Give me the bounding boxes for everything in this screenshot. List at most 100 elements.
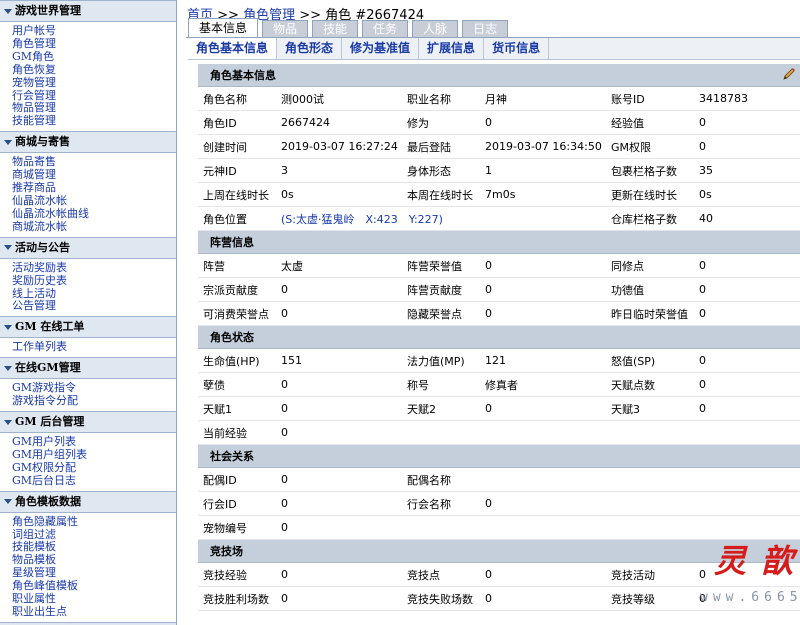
- sidebar-link[interactable]: 职业出生点: [12, 605, 176, 619]
- field-label: 昨日临时荣誉值: [606, 301, 694, 326]
- sidebar-link[interactable]: 游戏指令分配: [12, 394, 176, 408]
- sidebar-section-header[interactable]: GM 后台管理: [0, 411, 176, 434]
- tab-quests[interactable]: 任务: [362, 20, 409, 38]
- sidebar: 游戏世界管理 用户帐号 角色管理 GM角色 角色恢复 宠物管理 行会管理 物品管理 技能管理商城…: [0, 0, 177, 625]
- sidebar-link[interactable]: 仙晶流水帐曲线: [12, 207, 176, 221]
- sidebar-section-header[interactable]: 角色模板数据: [0, 490, 176, 513]
- role-position-value[interactable]: (S:太虚·猛鬼岭 X:423 Y:227): [276, 206, 606, 231]
- sidebar-link[interactable]: 角色恢复: [12, 63, 176, 77]
- section-header-row: 社会关系: [198, 444, 800, 468]
- info-row: 宗派贡献度 0 阵营贡献度 0 功德值 0: [198, 277, 800, 302]
- field-value: 0: [694, 348, 800, 373]
- tab-skills[interactable]: 技能: [312, 20, 359, 38]
- sidebar-section-title: 商城与寄售: [15, 135, 70, 149]
- sidebar-section-header[interactable]: 商城与寄售: [0, 131, 176, 154]
- field-value: 151: [276, 348, 402, 373]
- sidebar-section-header[interactable]: 在线GM管理: [0, 357, 176, 380]
- sidebar-section-header[interactable]: GM 在线工单: [0, 316, 176, 339]
- sidebar-link[interactable]: GM角色: [12, 50, 176, 64]
- section-header: 社会关系: [198, 444, 800, 468]
- field-label: 角色ID: [198, 110, 276, 135]
- field-label: 配偶名称: [402, 467, 480, 492]
- pencil-icon[interactable]: [782, 67, 796, 81]
- section-header-row: 角色状态: [198, 325, 800, 349]
- sidebar-link[interactable]: 角色隐藏属性: [12, 515, 176, 529]
- sidebar-link[interactable]: GM权限分配: [12, 461, 176, 475]
- subtab-role-basic-info[interactable]: 角色基本信息: [188, 38, 278, 59]
- triangle-down-icon: [4, 8, 12, 14]
- sidebar-link[interactable]: 工作单列表: [12, 340, 176, 354]
- field-label: 法力值(MP): [402, 348, 480, 373]
- field-value: 0: [694, 110, 800, 135]
- field-value: 0: [480, 562, 606, 587]
- field-value: 0: [276, 515, 402, 540]
- subtab-bar: 角色基本信息 角色形态 修为基准值 扩展信息 货币信息: [188, 38, 800, 60]
- sidebar-section-items: 工作单列表: [0, 338, 176, 357]
- field-label: 怒值(SP): [606, 348, 694, 373]
- section-title: 社会关系: [210, 450, 254, 463]
- field-label: 账号ID: [606, 86, 694, 111]
- field-label: 仓库栏格子数: [606, 206, 694, 231]
- subtab-role-form[interactable]: 角色形态: [277, 38, 343, 59]
- sidebar-link[interactable]: 宠物管理: [12, 76, 176, 90]
- subtab-currency-info[interactable]: 货币信息: [484, 38, 550, 59]
- field-label: 竞技失败场数: [402, 586, 480, 611]
- field-value: 2667424: [276, 110, 402, 135]
- sidebar-section-title: 在线GM管理: [15, 361, 81, 375]
- field-value: 0: [276, 277, 402, 302]
- sidebar-link[interactable]: 商城流水帐: [12, 220, 176, 234]
- section-header-row: 竞技场: [198, 539, 800, 563]
- field-label: [402, 420, 480, 445]
- field-label: GM权限: [606, 134, 694, 159]
- info-row: 竞技胜利场数 0 竞技失败场数 0 竞技等级 0: [198, 586, 800, 611]
- info-row: 当前经验 0: [198, 420, 800, 445]
- field-value: [480, 467, 606, 492]
- sidebar-section: GM 在线工单 工作单列表: [0, 316, 176, 357]
- sidebar-link[interactable]: GM用户列表: [12, 435, 176, 449]
- info-row: 可消费荣誉点 0 隐藏荣誉点 0 昨日临时荣誉值 0: [198, 301, 800, 326]
- subtab-extended-info[interactable]: 扩展信息: [419, 38, 485, 59]
- field-value: 0: [694, 586, 800, 611]
- sidebar-section-items: GM用户列表 GM用户组列表 GM权限分配 GM后台日志: [0, 433, 176, 491]
- sidebar-section-header[interactable]: 活动与公告: [0, 236, 176, 259]
- field-label: 竞技胜利场数: [198, 586, 276, 611]
- sidebar-link[interactable]: GM后台日志: [12, 474, 176, 488]
- subtab-cultivation-base[interactable]: 修为基准值: [342, 38, 420, 59]
- field-value: 35: [694, 158, 800, 183]
- field-value: 0: [694, 562, 800, 587]
- sidebar-section: GM 后台管理 GM用户列表 GM用户组列表 GM权限分配 GM后台日志: [0, 411, 176, 491]
- field-label: 阵营荣誉值: [402, 253, 480, 278]
- field-label: 生命值(HP): [198, 348, 276, 373]
- sidebar-link[interactable]: 角色管理: [12, 37, 176, 51]
- info-row: 创建时间 2019-03-07 16:27:24 最后登陆 2019-03-07 16…: [198, 134, 800, 159]
- field-label: 天赋2: [402, 396, 480, 421]
- tab-logs[interactable]: 日志: [462, 20, 509, 38]
- tab-items[interactable]: 物品: [262, 20, 309, 38]
- sidebar-link[interactable]: 奖励历史表: [12, 274, 176, 288]
- tab-basic-info[interactable]: 基本信息: [188, 18, 259, 38]
- triangle-down-icon: [4, 499, 12, 505]
- sidebar-link[interactable]: 活动奖励表: [12, 261, 176, 275]
- field-label: 行会ID: [198, 491, 276, 516]
- sidebar-link[interactable]: 用户帐号: [12, 24, 176, 38]
- field-value: 0: [480, 396, 606, 421]
- tab-relations[interactable]: 人脉: [412, 20, 459, 38]
- field-value: [480, 515, 606, 540]
- sidebar-link[interactable]: 仙晶流水帐: [12, 194, 176, 208]
- section-header: 阵营信息: [198, 230, 800, 254]
- field-label: 孽债: [198, 372, 276, 397]
- triangle-down-icon: [4, 245, 12, 251]
- sidebar-link[interactable]: 技能管理: [12, 114, 176, 128]
- sidebar-section-items: 物品寄售 商城管理 推荐商品 仙晶流水帐 仙晶流水帐曲线 商城流水帐: [0, 153, 176, 236]
- sidebar-link[interactable]: 公告管理: [12, 300, 176, 313]
- field-label: 包裹栏格子数: [606, 158, 694, 183]
- field-label: 隐藏荣誉点: [402, 301, 480, 326]
- section-header: 角色基本信息: [198, 64, 800, 87]
- field-label: 角色名称: [198, 86, 276, 111]
- field-value: 0: [480, 301, 606, 326]
- sidebar-section-items: 用户帐号 角色管理 GM角色 角色恢复 宠物管理 行会管理 物品管理 技能管理: [0, 22, 176, 131]
- field-value: [480, 420, 606, 445]
- field-value: 0: [694, 301, 800, 326]
- sidebar-link[interactable]: GM用户组列表: [12, 448, 176, 462]
- sidebar-section-header[interactable]: 游戏世界管理: [0, 0, 176, 22]
